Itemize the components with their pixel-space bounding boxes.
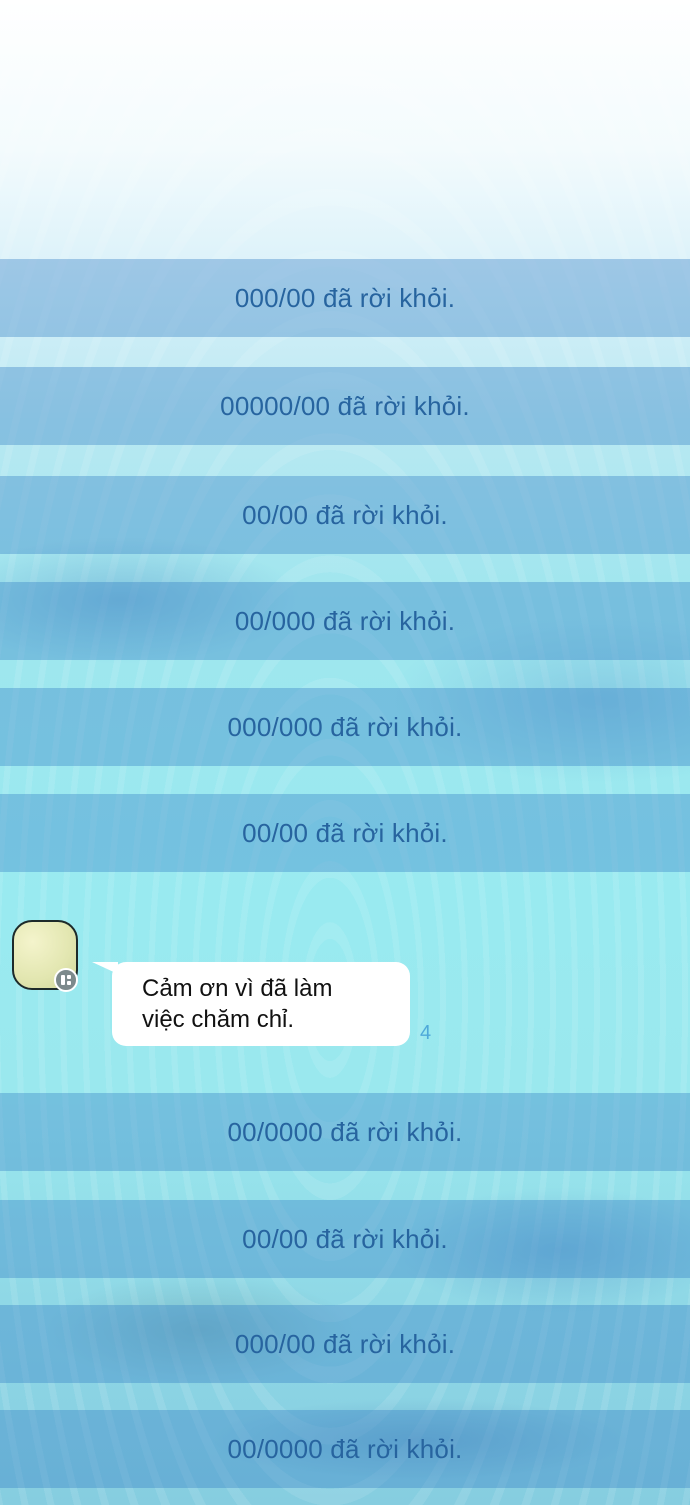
system-message-text: 000/00 đã rời khỏi. [234, 1328, 456, 1359]
system-message-text: 00/00 đã rời khỏi. [242, 817, 448, 848]
system-message-row: 000/00 đã rời khỏi. [0, 1305, 690, 1383]
system-message-row: 00/00 đã rời khỏi. [0, 794, 690, 872]
system-message-text: 000/000 đã rời khỏi. [227, 711, 463, 742]
system-message-row: 00/0000 đã rời khỏi. [0, 1410, 690, 1488]
system-message-text: 000/00 đã rời khỏi. [234, 282, 456, 313]
system-message-row: 00/00 đã rời khỏi. [0, 476, 690, 554]
message-bubble[interactable]: Cảm ơn vì đã làm việc chăm chỉ. [112, 962, 410, 1046]
message-text: Cảm ơn vì đã làm việc chăm chỉ. [142, 975, 333, 1033]
system-message-text: 00/0000 đã rời khỏi. [227, 1116, 463, 1147]
system-message-row: 00/000 đã rời khỏi. [0, 582, 690, 660]
system-message-text: 00/000 đã rời khỏi. [234, 605, 456, 636]
system-message-text: 00/00 đã rời khỏi. [242, 499, 448, 530]
profile-badge-icon [54, 968, 78, 992]
system-message-text: 00/0000 đã rời khỏi. [227, 1433, 463, 1464]
system-message-row: 00000/00 đã rời khỏi. [0, 367, 690, 445]
system-message-row: 00/0000 đã rời khỏi. [0, 1093, 690, 1171]
system-message-row: 000/000 đã rời khỏi. [0, 688, 690, 766]
unread-count: 4 [420, 1022, 432, 1044]
system-message-row: 000/00 đã rời khỏi. [0, 259, 690, 337]
system-message-text: 00000/00 đã rời khỏi. [220, 390, 470, 421]
system-message-row: 00/00 đã rời khỏi. [0, 1200, 690, 1278]
system-message-text: 00/00 đã rời khỏi. [242, 1223, 448, 1254]
